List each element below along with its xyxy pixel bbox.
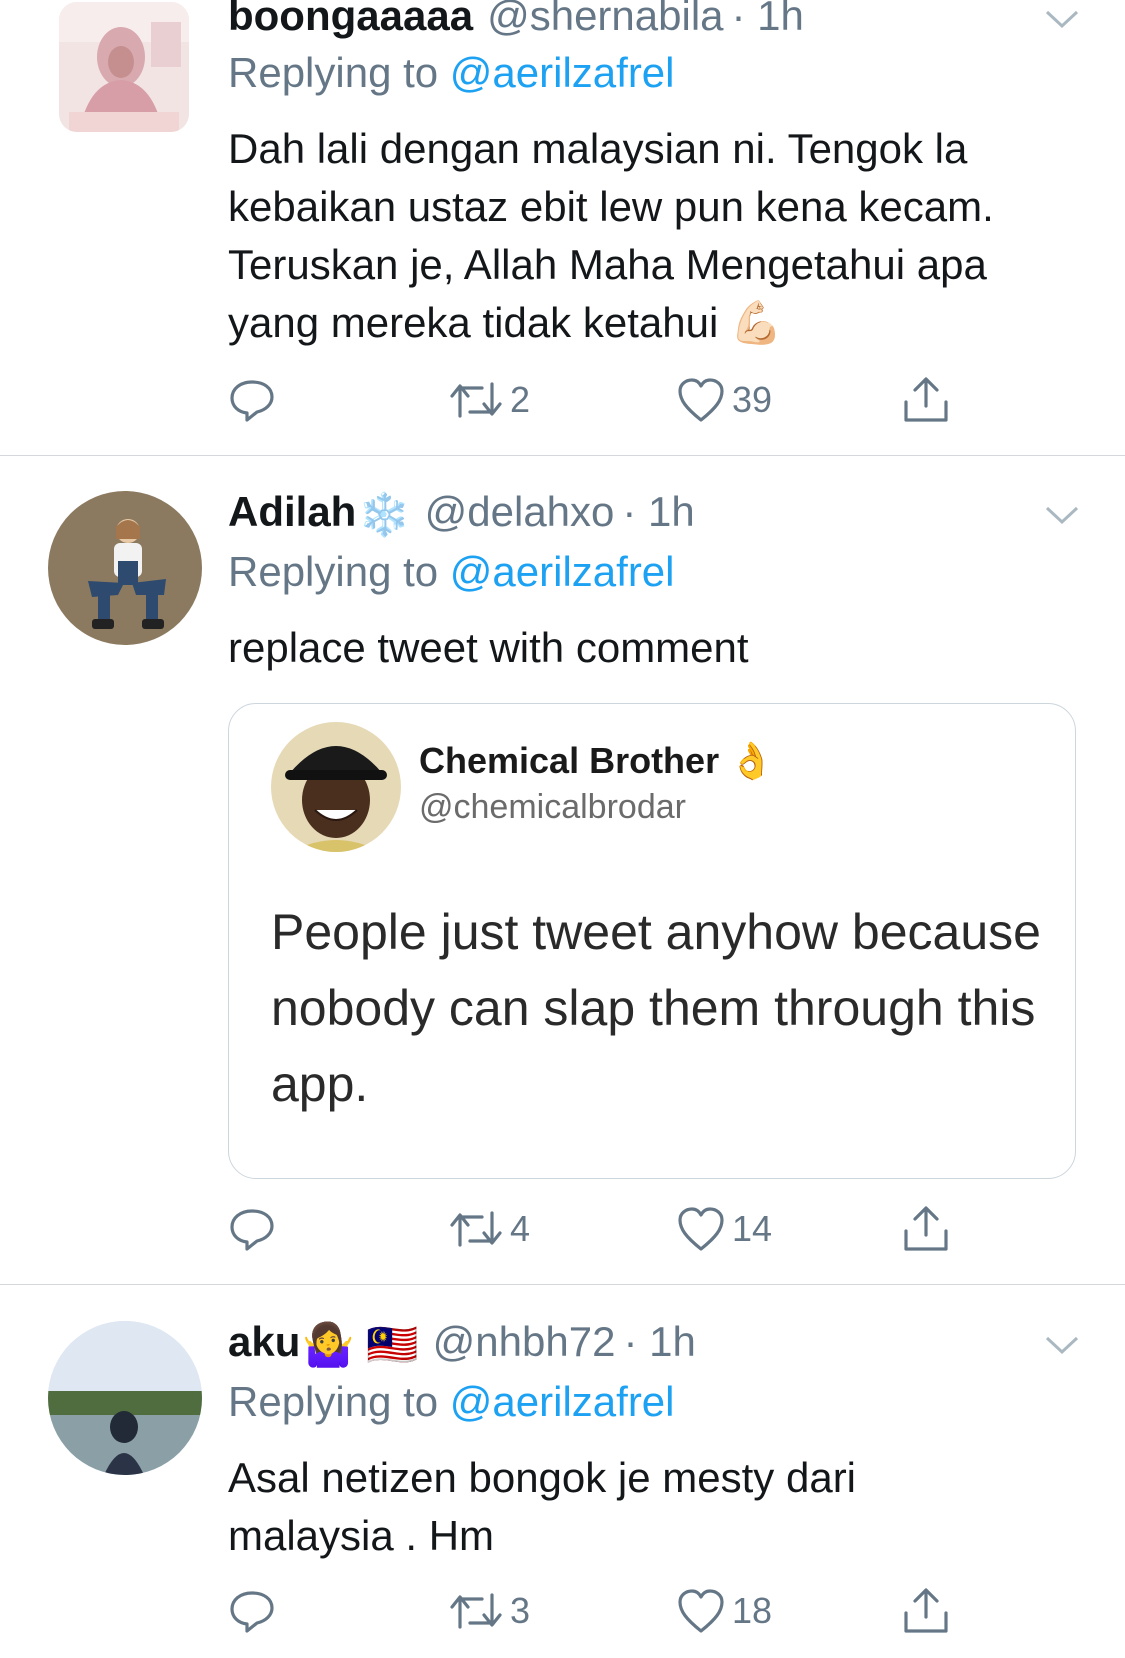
reply-icon [230, 1591, 274, 1633]
chevron-down-icon[interactable] [1044, 1334, 1080, 1358]
retweet-icon [450, 1593, 502, 1629]
share-icon [904, 1588, 948, 1633]
tweet-text-content: Asal netizen bongok je mesty dari malays… [228, 1454, 857, 1559]
reply-button[interactable] [228, 1583, 276, 1639]
replying-to: Replying to @aerilzafrel [228, 1378, 675, 1426]
tweet-actions: 3 18 [228, 1583, 968, 1639]
display-name[interactable]: aku [228, 1318, 300, 1365]
timestamp: · 1h [623, 1318, 696, 1365]
like-button[interactable]: 18 [676, 1583, 772, 1639]
tweet-text: Asal netizen bongok je mesty dari malays… [228, 1449, 948, 1565]
tweet-header: aku🤷‍♀️ 🇲🇾 @nhbh72 · 1h [228, 1318, 696, 1369]
retweet-button[interactable]: 3 [448, 1583, 530, 1639]
replying-to-handle[interactable]: @aerilzafrel [450, 1378, 675, 1425]
user-handle[interactable]: @nhbh72 [433, 1318, 616, 1365]
like-count: 18 [732, 1590, 773, 1631]
share-button[interactable] [900, 1583, 952, 1639]
heart-icon [678, 1589, 724, 1633]
shrug-and-malaysia-flag-emoji: 🤷‍♀️ 🇲🇾 [302, 1320, 419, 1368]
avatar[interactable] [48, 1321, 202, 1475]
retweet-count: 3 [510, 1590, 531, 1631]
replying-to-label: Replying to [228, 1378, 439, 1425]
tweet-nhbh72[interactable]: aku🤷‍♀️ 🇲🇾 @nhbh72 · 1h Replying to @aeril… [0, 0, 1125, 1658]
